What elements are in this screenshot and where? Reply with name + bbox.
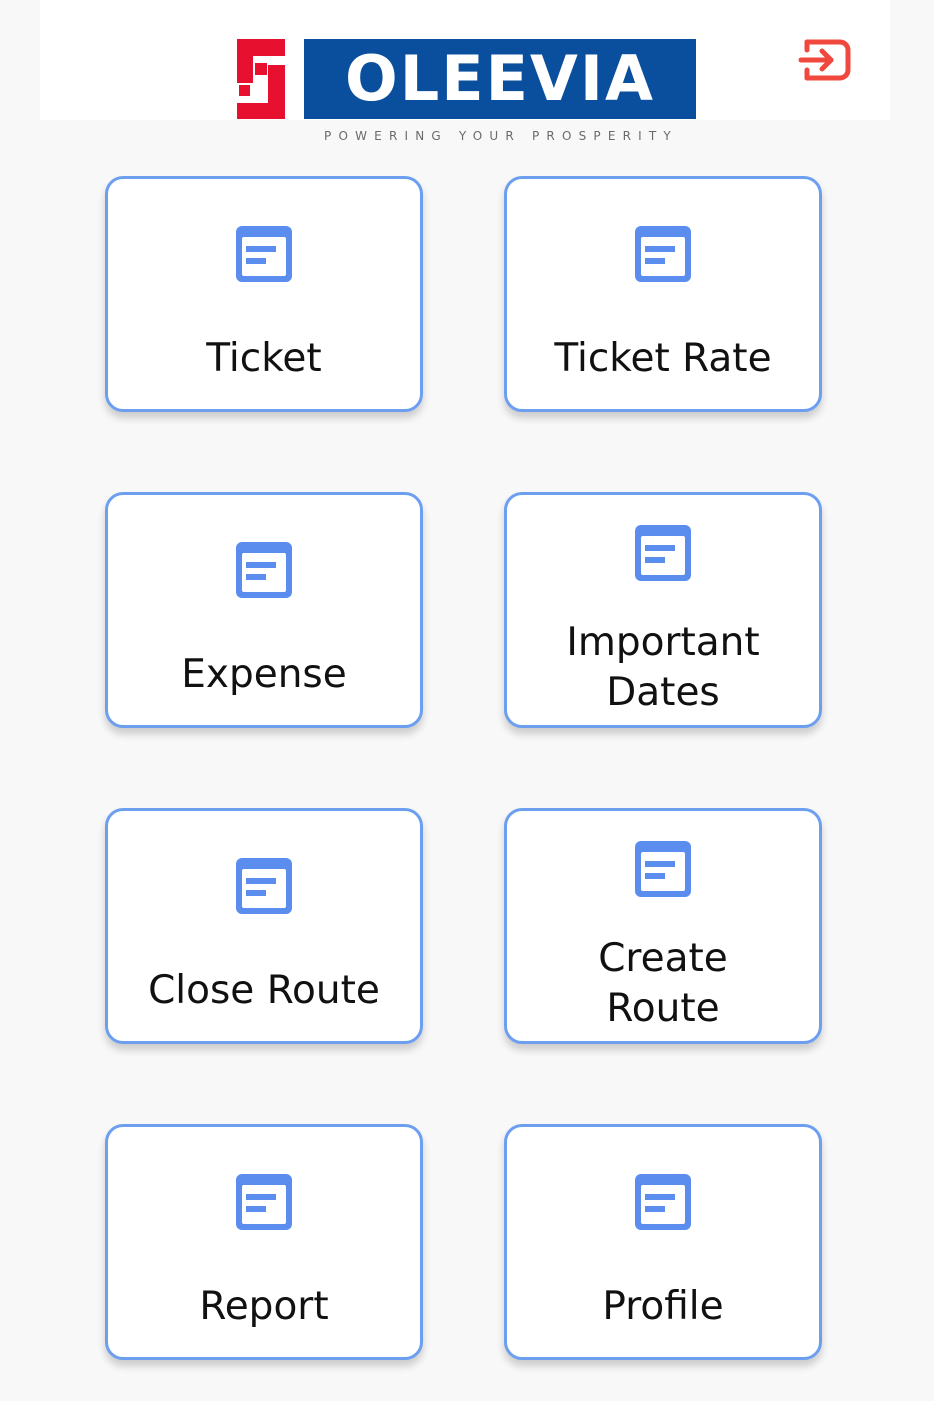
brand-tagline: POWERING YOUR PROSPERITY xyxy=(324,129,678,143)
document-icon xyxy=(635,226,691,282)
menu-card-create-route[interactable]: Create Route xyxy=(504,808,822,1044)
menu-card-label: Important Dates xyxy=(566,620,760,715)
menu-card-ticket[interactable]: Ticket xyxy=(105,176,423,412)
document-icon xyxy=(635,841,691,897)
menu-card-profile[interactable]: Profile xyxy=(504,1124,822,1360)
document-icon xyxy=(236,542,292,598)
menu-card-label: Create Route xyxy=(598,936,728,1031)
menu-card-label: Report xyxy=(199,1284,329,1329)
menu-card-report[interactable]: Report xyxy=(105,1124,423,1360)
menu-card-label: Ticket xyxy=(206,336,322,381)
document-icon xyxy=(236,226,292,282)
menu-card-label: Close Route xyxy=(148,968,380,1013)
document-icon xyxy=(236,858,292,914)
menu-card-ticket-rate[interactable]: Ticket Rate xyxy=(504,176,822,412)
menu-card-label: Ticket Rate xyxy=(554,336,772,381)
document-icon xyxy=(635,1174,691,1230)
menu-card-close-route[interactable]: Close Route xyxy=(105,808,423,1044)
brand-wordmark-box: OLEEVIA xyxy=(304,39,696,119)
menu-card-label: Profile xyxy=(602,1284,724,1329)
document-icon xyxy=(635,525,691,581)
brand-logo: OLEEVIA POWERING YOUR PROSPERITY xyxy=(237,39,699,149)
menu-card-important-dates[interactable]: Important Dates xyxy=(504,492,822,728)
document-icon xyxy=(236,1174,292,1230)
brand-mark-icon xyxy=(237,39,285,119)
brand-wordmark: OLEEVIA xyxy=(345,42,655,115)
logout-button[interactable] xyxy=(797,32,853,88)
menu-card-expense[interactable]: Expense xyxy=(105,492,423,728)
menu-card-label: Expense xyxy=(181,652,347,697)
logout-icon xyxy=(798,39,851,81)
